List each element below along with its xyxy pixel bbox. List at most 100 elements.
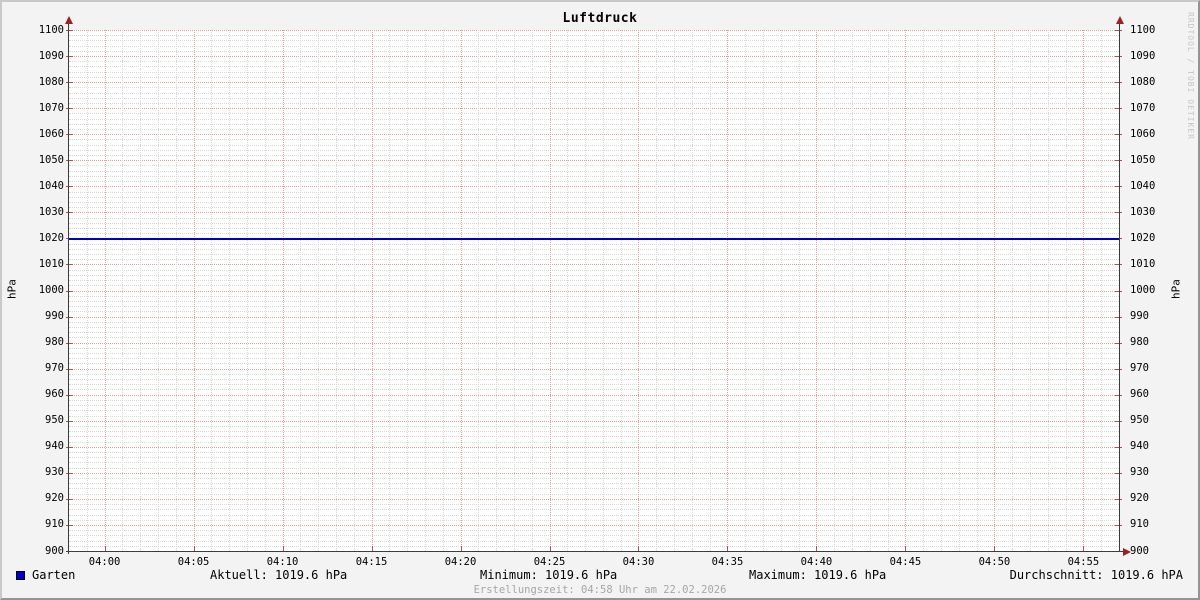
- gridline-minor-v: [300, 30, 301, 551]
- gridline-minor-h: [69, 46, 1119, 47]
- x-tick-label: 04:20: [431, 557, 491, 568]
- gridline-major-v: [1083, 30, 1084, 551]
- y-tick-label-left: 1070: [30, 103, 64, 114]
- rrdtool-graph: Luftdruck hPa hPa Garten Aktuell: 1019.6…: [0, 0, 1200, 600]
- gridline-minor-h: [69, 504, 1119, 505]
- gridline-minor-v: [656, 30, 657, 551]
- y-axis-title-right: hPa: [1170, 279, 1183, 299]
- y-tick-label-right: 1020: [1130, 233, 1155, 244]
- gridline-minor-v: [923, 30, 924, 551]
- gridline-major-h: [69, 369, 1119, 370]
- gridline-minor-h: [69, 124, 1119, 125]
- gridline-major-h: [69, 134, 1119, 135]
- gridline-minor-h: [69, 87, 1119, 88]
- y-tick-label-left: 1000: [30, 285, 64, 296]
- gridline-minor-h: [69, 515, 1119, 516]
- gridline-major-h: [69, 212, 1119, 213]
- gridline-minor-h: [69, 483, 1119, 484]
- gridline-minor-h: [69, 51, 1119, 52]
- gridline-minor-h: [69, 66, 1119, 67]
- gridline-minor-v: [1101, 30, 1102, 551]
- gridline-major-h: [69, 447, 1119, 448]
- gridline-major-v: [194, 30, 195, 551]
- gridline-major-v: [372, 30, 373, 551]
- gridline-major-v: [816, 30, 817, 551]
- y-tick-label-right: 950: [1130, 415, 1149, 426]
- gridline-minor-h: [69, 478, 1119, 479]
- gridline-minor-h: [69, 416, 1119, 417]
- y-tick-label-right: 1070: [1130, 103, 1155, 114]
- gridline-major-v: [105, 30, 106, 551]
- creation-timestamp: Erstellungszeit: 04:58 Uhr am 22.02.2026: [2, 584, 1198, 596]
- y-tick-label-right: 930: [1130, 467, 1149, 478]
- gridline-minor-h: [69, 207, 1119, 208]
- gridline-minor-h: [69, 530, 1119, 531]
- gridline-minor-h: [69, 546, 1119, 547]
- gridline-minor-v: [834, 30, 835, 551]
- y-tick-label-left: 930: [30, 467, 64, 478]
- gridline-minor-h: [69, 468, 1119, 469]
- y-tick-label-left: 1020: [30, 233, 64, 244]
- gridline-minor-v: [87, 30, 88, 551]
- x-tick-label: 04:35: [697, 557, 757, 568]
- gridline-minor-v: [496, 30, 497, 551]
- gridline-minor-h: [69, 270, 1119, 271]
- gridline-minor-v: [318, 30, 319, 551]
- y-tick-label-right: 1050: [1130, 155, 1155, 166]
- gridline-minor-v: [247, 30, 248, 551]
- y-tick-label-left: 950: [30, 415, 64, 426]
- gridline-minor-h: [69, 541, 1119, 542]
- gridline-minor-h: [69, 379, 1119, 380]
- gridline-major-v: [283, 30, 284, 551]
- gridline-minor-v: [585, 30, 586, 551]
- gridline-major-h: [69, 473, 1119, 474]
- gridline-major-h: [69, 264, 1119, 265]
- gridline-major-h: [69, 56, 1119, 57]
- gridline-major-v: [727, 30, 728, 551]
- y-tick-label-right: 940: [1130, 441, 1149, 452]
- gridline-minor-h: [69, 332, 1119, 333]
- stat-aktuell: Aktuell: 1019.6 hPa: [210, 568, 347, 582]
- gridline-minor-v: [389, 30, 390, 551]
- gridline-minor-h: [69, 285, 1119, 286]
- y-tick-label-right: 960: [1130, 389, 1149, 400]
- gridline-minor-h: [69, 145, 1119, 146]
- gridline-major-h: [69, 395, 1119, 396]
- gridline-minor-h: [69, 384, 1119, 385]
- gridline-minor-v: [211, 30, 212, 551]
- gridline-minor-v: [710, 30, 711, 551]
- y-tick-label-right: 1080: [1130, 77, 1155, 88]
- x-tick-label: 04:00: [75, 557, 135, 568]
- gridline-minor-v: [977, 30, 978, 551]
- y-tick-label-left: 920: [30, 493, 64, 504]
- x-tick-label: 04:55: [1053, 557, 1113, 568]
- gridline-minor-v: [781, 30, 782, 551]
- x-axis: [66, 551, 1123, 552]
- gridline-minor-h: [69, 113, 1119, 114]
- gridline-major-h: [69, 108, 1119, 109]
- y-axis-left: [68, 24, 69, 554]
- gridline-minor-h: [69, 155, 1119, 156]
- gridline-minor-h: [69, 405, 1119, 406]
- gridline-minor-v: [674, 30, 675, 551]
- y-tick-label-right: 920: [1130, 493, 1149, 504]
- gridline-minor-h: [69, 197, 1119, 198]
- gridline-minor-h: [69, 40, 1119, 41]
- x-tick-label: 04:40: [786, 557, 846, 568]
- y-tick-label-left: 1100: [30, 25, 64, 36]
- y-tick-label-left: 940: [30, 441, 64, 452]
- y-tick-label-left: 1050: [30, 155, 64, 166]
- gridline-minor-h: [69, 233, 1119, 234]
- gridline-minor-h: [69, 119, 1119, 120]
- x-tick-label: 04:45: [875, 557, 935, 568]
- y-axis-right: [1119, 24, 1120, 552]
- gridline-minor-v: [425, 30, 426, 551]
- gridline-minor-h: [69, 223, 1119, 224]
- y-tick-label-right: 980: [1130, 337, 1149, 348]
- gridline-minor-v: [176, 30, 177, 551]
- gridline-major-h: [69, 499, 1119, 500]
- gridline-minor-h: [69, 311, 1119, 312]
- gridline-minor-v: [603, 30, 604, 551]
- gridline-major-h: [69, 291, 1119, 292]
- gridline-major-v: [905, 30, 906, 551]
